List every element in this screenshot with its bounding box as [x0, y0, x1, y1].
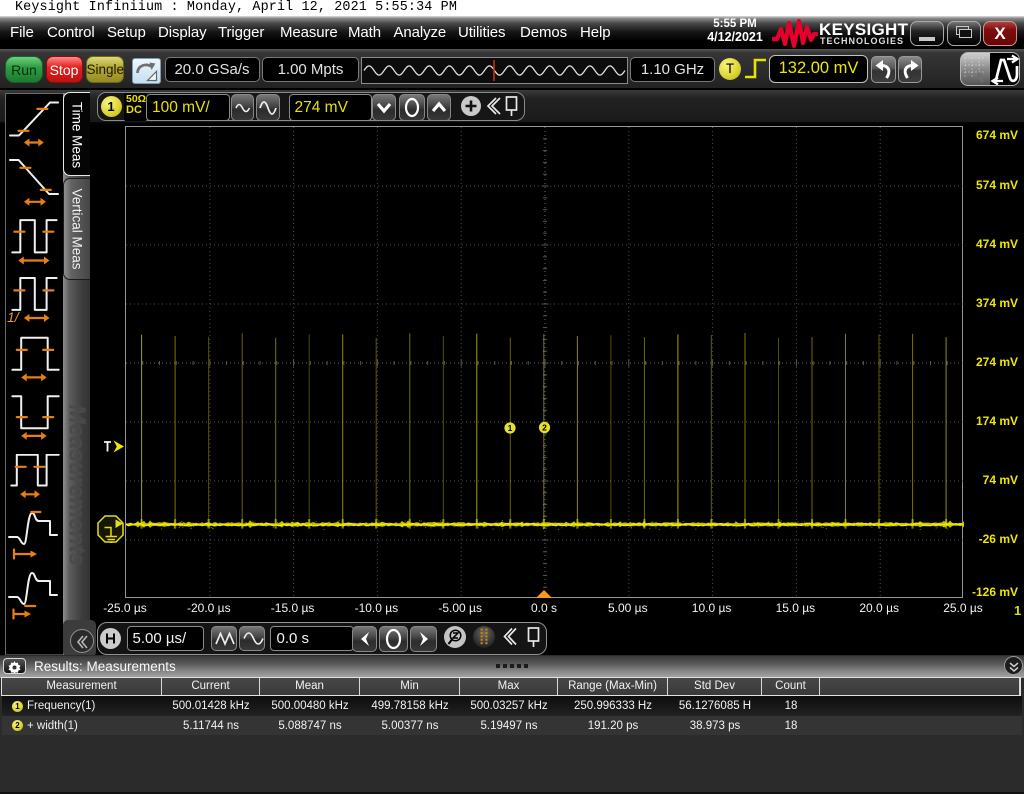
- svg-text:1/: 1/: [7, 309, 21, 325]
- svg-text:2: 2: [542, 423, 547, 433]
- svg-text:1: 1: [508, 423, 513, 433]
